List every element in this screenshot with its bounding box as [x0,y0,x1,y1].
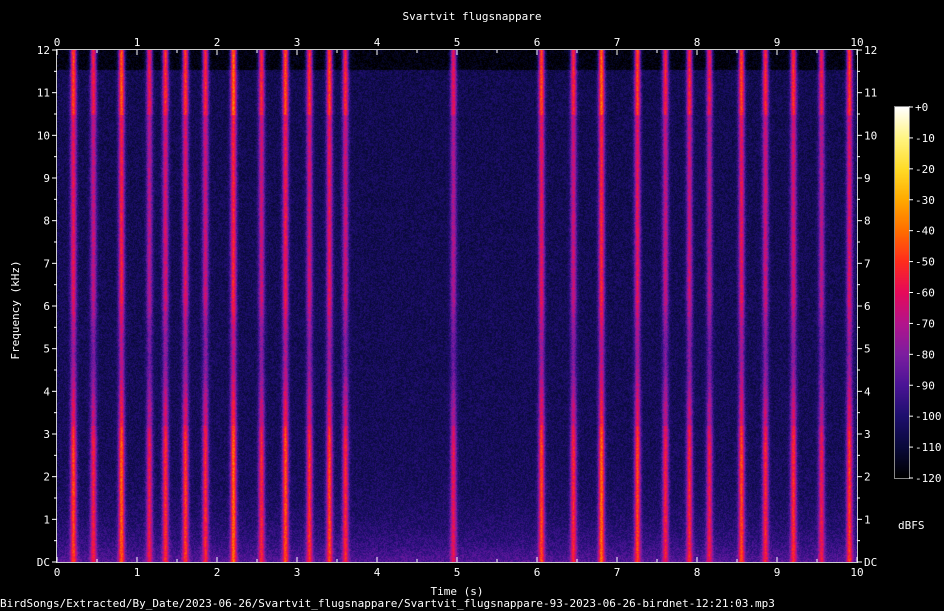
y-tick-label-right: 5 [864,343,871,356]
colorbar-tick-label: -120 [915,472,942,485]
x-tick-label-bottom: 10 [850,566,863,579]
x-tick-label-bottom: 0 [54,566,61,579]
y-tick-label-left: 5 [43,343,50,356]
colorbar-tick-label: +0 [915,101,928,114]
y-tick-label-right: 12 [864,44,877,57]
colorbar-tick-label: -70 [915,317,935,330]
colorbar-tick-label: -10 [915,132,935,145]
x-tick-label-bottom: 9 [774,566,781,579]
y-tick-label-left: DC [37,556,50,569]
y-tick-label-right: 1 [864,513,871,526]
y-tick-label-right: DC [864,556,877,569]
colorbar-tick-label: -50 [915,256,935,269]
x-tick-label-top: 3 [294,36,301,49]
x-tick-label-bottom: 6 [534,566,541,579]
y-tick-label-right: 8 [864,215,871,228]
x-tick-label-top: 6 [534,36,541,49]
colorbar-tick-label: -100 [915,410,942,423]
x-tick-label-bottom: 5 [454,566,461,579]
y-tick-label-right: 3 [864,428,871,441]
footer-file-path: BirdSongs/Extracted/By_Date/2023-06-26/S… [0,597,775,610]
y-tick-label-left: 8 [43,215,50,228]
colorbar-tick-label: -80 [915,348,935,361]
y-tick-label-left: 7 [43,257,50,270]
x-tick-label-bottom: 2 [214,566,221,579]
x-tick-label-bottom: 1 [134,566,141,579]
y-tick-label-left: 11 [37,87,50,100]
colorbar-tick-label: -90 [915,379,935,392]
y-tick-label-right: 4 [864,385,871,398]
y-tick-label-left: 1 [43,513,50,526]
y-tick-label-left: 12 [37,44,50,57]
x-tick-label-bottom: 8 [694,566,701,579]
y-tick-label-right: 6 [864,300,871,313]
x-tick-label-top: 5 [454,36,461,49]
y-tick-label-right: 9 [864,172,871,185]
colorbar-tick-label: -60 [915,287,935,300]
x-tick-label-top: 8 [694,36,701,49]
axes-layer: 001122334455667788991010DC DC1 12 23 34 45 56 6… [37,36,942,579]
y-axis-label: Frequency (kHz) [9,260,22,360]
y-tick-label-right: 10 [864,129,877,142]
x-tick-label-top: 1 [134,36,141,49]
y-tick-label-left: 10 [37,129,50,142]
colorbar-tick-label: -20 [915,163,935,176]
x-tick-label-bottom: 7 [614,566,621,579]
colorbar-label: dBFS [898,519,925,532]
x-tick-label-top: 10 [850,36,863,49]
x-tick-label-top: 0 [54,36,61,49]
x-tick-label-top: 7 [614,36,621,49]
colorbar-tick-label: -110 [915,441,942,454]
y-tick-label-left: 9 [43,172,50,185]
x-tick-label-bottom: 3 [294,566,301,579]
y-tick-label-left: 4 [43,385,50,398]
y-tick-label-right: 11 [864,87,877,100]
colorbar-tick-label: -30 [915,194,935,207]
spectrogram-figure: Svartvit flugsnappare 001122334455667788… [0,0,944,611]
y-tick-label-left: 2 [43,471,50,484]
y-tick-label-left: 6 [43,300,50,313]
x-tick-label-top: 2 [214,36,221,49]
colorbar-frame [894,106,910,479]
x-tick-label-top: 9 [774,36,781,49]
x-tick-label-bottom: 4 [374,566,381,579]
y-tick-label-right: 2 [864,471,871,484]
y-tick-label-right: 7 [864,257,871,270]
plot-frame [56,49,858,563]
y-tick-label-left: 3 [43,428,50,441]
x-tick-label-top: 4 [374,36,381,49]
colorbar-tick-label: -40 [915,225,935,238]
